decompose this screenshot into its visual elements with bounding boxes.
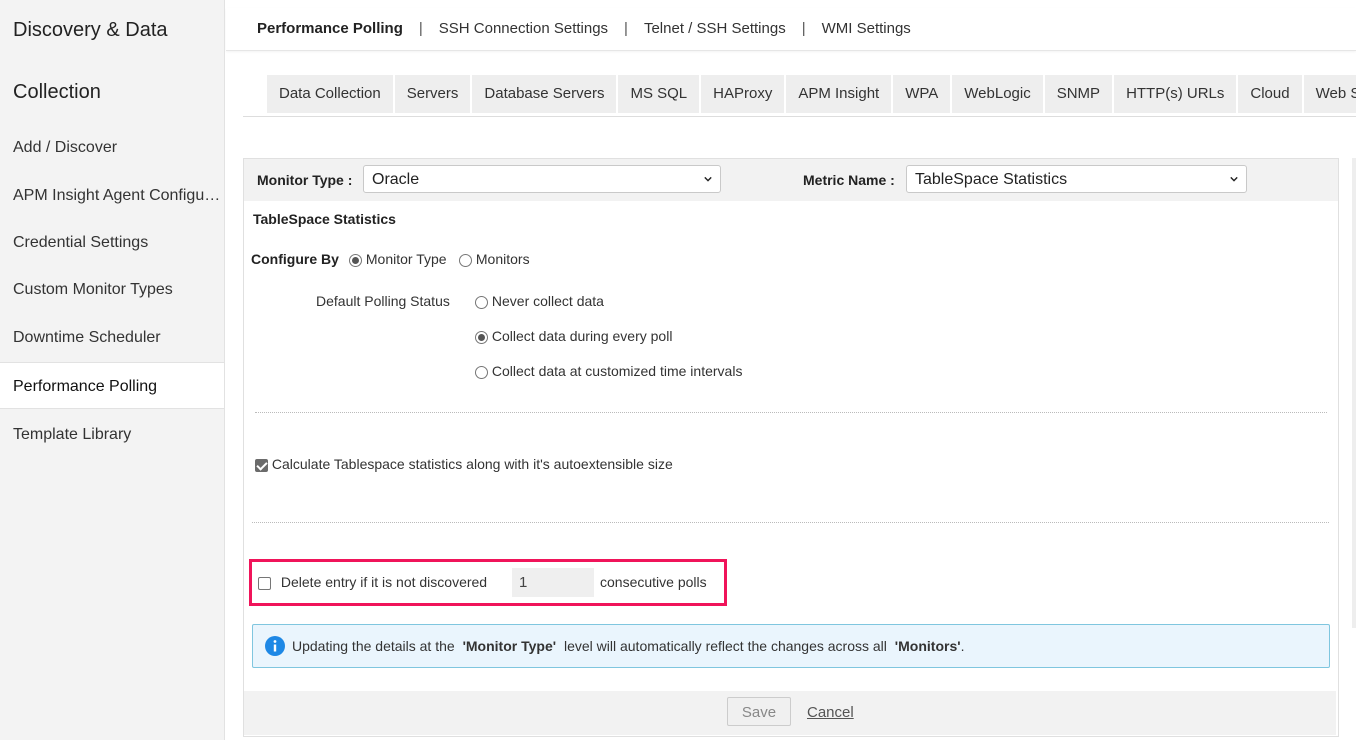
polling-never-radio[interactable] — [475, 295, 488, 309]
autoextensible-label: Calculate Tablespace statistics along wi… — [271, 456, 673, 472]
sidebar-item-performance-polling[interactable]: Performance Polling — [0, 362, 224, 409]
topnav-ssh-connection-settings[interactable]: SSH Connection Settings — [439, 20, 608, 37]
configure-by-label: Configure By — [251, 251, 339, 267]
divider — [252, 522, 1329, 523]
configure-by-monitor-type-radio[interactable] — [349, 253, 362, 267]
tab-ms-sql[interactable]: MS SQL — [618, 75, 700, 113]
chevron-down-icon — [704, 176, 712, 182]
sidebar-item-add-discover[interactable]: Add / Discover — [0, 124, 224, 171]
info-text-part2: level will automatically reflect the cha… — [563, 638, 887, 654]
tab-wpa[interactable]: WPA — [893, 75, 951, 113]
configure-by-monitors-radio[interactable] — [459, 253, 472, 267]
tab-weblogic[interactable]: WebLogic — [952, 75, 1043, 113]
sidebar-title-line1: Discovery & Data — [13, 19, 168, 41]
top-navigation: Performance Polling | SSH Connection Setti… — [226, 8, 1356, 51]
tab-servers[interactable]: Servers — [394, 75, 471, 113]
metric-name-label: Metric Name : — [803, 172, 895, 188]
section-title: TableSpace Statistics — [253, 211, 396, 227]
configure-by-monitors-label: Monitors — [475, 251, 530, 267]
chevron-down-icon — [1230, 176, 1238, 182]
autoextensible-option[interactable]: Calculate Tablespace statistics along wi… — [255, 456, 673, 472]
category-tabs: Data Collection Servers Database Servers MS… — [267, 75, 1356, 113]
polling-option-never[interactable]: Never collect data — [475, 293, 604, 309]
polling-status-label: Default Polling Status — [316, 293, 450, 309]
tabs-divider — [243, 116, 1356, 117]
polling-never-label: Never collect data — [491, 293, 604, 309]
consecutive-polls-label: consecutive polls — [600, 574, 707, 590]
topnav-separator: | — [624, 20, 628, 37]
tab-haproxy[interactable]: HAProxy — [701, 75, 785, 113]
tab-cloud[interactable]: Cloud — [1238, 75, 1302, 113]
polling-custom-interval-radio[interactable] — [475, 365, 488, 379]
info-text-end: . — [960, 638, 965, 654]
tab-web-server[interactable]: Web Ser — [1303, 75, 1356, 113]
monitor-type-label: Monitor Type : — [257, 172, 353, 188]
polling-custom-interval-label: Collect data at customized time interval… — [491, 363, 743, 379]
monitor-type-select[interactable]: Oracle — [363, 165, 721, 193]
info-text-part1: Updating the details at the — [292, 638, 455, 654]
info-text-bold1: 'Monitor Type' — [462, 638, 557, 654]
autoextensible-checkbox[interactable] — [255, 458, 268, 472]
save-button[interactable]: Save — [727, 697, 791, 726]
polling-every-poll-label: Collect data during every poll — [491, 328, 673, 344]
delete-entry-label: Delete entry if it is not discovered — [280, 574, 488, 590]
tab-database-servers[interactable]: Database Servers — [472, 75, 617, 113]
metric-name-value: TableSpace Statistics — [915, 171, 1068, 188]
info-icon — [265, 636, 285, 656]
info-message: Updating the details at the 'Monitor Typ… — [252, 624, 1330, 668]
delete-entry-option[interactable]: Delete entry if it is not discovered — [258, 574, 487, 590]
sidebar-title-line2: Collection — [13, 81, 101, 103]
scrollbar[interactable] — [1352, 158, 1356, 628]
divider — [255, 412, 1327, 413]
metric-name-select[interactable]: TableSpace Statistics — [906, 165, 1247, 193]
consecutive-polls-input[interactable] — [512, 568, 594, 597]
polling-option-every-poll[interactable]: Collect data during every poll — [475, 328, 672, 344]
tab-https-urls[interactable]: HTTP(s) URLs — [1114, 75, 1237, 113]
info-text: Updating the details at the 'Monitor Typ… — [292, 638, 964, 654]
sidebar-item-downtime-scheduler[interactable]: Downtime Scheduler — [0, 314, 224, 361]
topnav-performance-polling[interactable]: Performance Polling — [257, 20, 403, 37]
cancel-link[interactable]: Cancel — [807, 704, 854, 721]
topnav-separator: | — [801, 20, 806, 37]
topnav-telnet-ssh-settings[interactable]: Telnet / SSH Settings — [644, 20, 786, 37]
monitor-type-value: Oracle — [372, 171, 420, 188]
sidebar-item-apm-insight-agent[interactable]: APM Insight Agent Configuration — [0, 172, 224, 219]
delete-entry-checkbox[interactable] — [258, 576, 271, 590]
sidebar-item-custom-monitor-types[interactable]: Custom Monitor Types — [0, 266, 224, 313]
sidebar-item-template-library[interactable]: Template Library — [0, 411, 224, 458]
polling-option-custom-interval[interactable]: Collect data at customized time interval… — [475, 363, 742, 379]
tab-data-collection[interactable]: Data Collection — [267, 75, 393, 113]
sidebar: Discovery & Data Collection Add / Discov… — [0, 0, 225, 740]
tab-snmp[interactable]: SNMP — [1044, 75, 1113, 113]
polling-every-poll-radio[interactable] — [475, 330, 488, 344]
configure-by-monitors-option[interactable]: Monitors — [459, 251, 530, 267]
topnav-wmi-settings[interactable]: WMI Settings — [822, 20, 911, 37]
sidebar-item-credential-settings[interactable]: Credential Settings — [0, 219, 224, 266]
info-text-bold2: 'Monitors' — [894, 638, 961, 654]
topnav-separator: | — [418, 20, 423, 37]
configure-by-monitor-type-option[interactable]: Monitor Type — [349, 251, 447, 267]
configure-by-monitor-type-label: Monitor Type — [365, 251, 447, 267]
tab-apm-insight[interactable]: APM Insight — [786, 75, 892, 113]
